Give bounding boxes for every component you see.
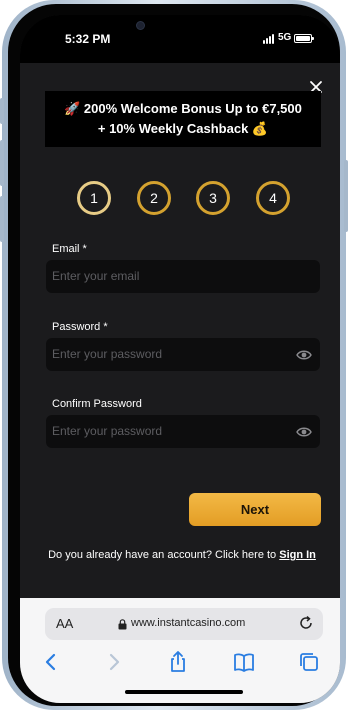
password-placeholder: Enter your password [52,347,163,361]
screen: 5:32 PM 5G 🚀 200% Welcome Bonus Up to €7… [20,15,340,703]
back-icon[interactable] [39,650,63,674]
step-2: 2 [137,181,171,215]
browser-toolbar: AA www.instantcasino.com [20,598,340,703]
step-1: 1 [77,181,111,215]
sign-in-prompt: Do you already have an account? Click he… [40,547,324,563]
sign-in-link[interactable]: Sign In [279,549,316,561]
volume-down-button [0,196,4,242]
step-indicator: 1 2 3 4 [20,181,340,217]
forward-icon[interactable] [102,650,126,674]
password-field[interactable]: Enter your password [46,338,320,371]
confirm-password-label: Confirm Password [52,398,142,410]
address-bar[interactable]: AA www.instantcasino.com [45,608,323,640]
network-label: 5G [278,32,292,43]
confirm-password-placeholder: Enter your password [52,424,163,438]
home-indicator [125,690,243,694]
tabs-icon[interactable] [297,650,321,674]
password-label: Password * [52,321,108,333]
step-3: 3 [196,181,230,215]
signup-modal: 🚀 200% Welcome Bonus Up to €7,500 + 10% … [20,63,340,601]
confirm-password-field[interactable]: Enter your password [46,415,320,448]
signal-icon [263,34,274,44]
browser-nav [20,650,340,676]
email-label: Email * [52,243,87,255]
text-size-label: AA [56,616,74,631]
side-button [0,98,4,124]
eye-icon[interactable] [296,347,312,363]
share-icon[interactable] [166,650,190,674]
battery-icon [294,34,314,43]
promo-line-1: 🚀 200% Welcome Bonus Up to €7,500 [64,101,302,116]
sign-in-prompt-text: Do you already have an account? Click he… [48,549,280,561]
url-text: www.instantcasino.com [131,617,246,629]
promo-line-2: + 10% Weekly Cashback 💰 [97,121,269,136]
volume-up-button [0,140,4,186]
power-button [344,160,348,232]
status-bar: 5:32 PM 5G [20,15,340,63]
reload-icon[interactable] [298,615,314,631]
email-placeholder: Enter your email [52,269,140,283]
text-size-button[interactable]: AA [56,616,73,631]
lock-icon [118,619,127,630]
bookmarks-icon[interactable] [232,650,256,674]
status-time: 5:32 PM [65,32,111,46]
phone-bezel: 5:32 PM 5G 🚀 200% Welcome Bonus Up to €7… [8,4,340,706]
eye-icon[interactable] [296,424,312,440]
phone-frame: 5:32 PM 5G 🚀 200% Welcome Bonus Up to €7… [0,0,348,710]
step-4: 4 [256,181,290,215]
next-button[interactable]: Next [189,493,321,526]
promo-banner: 🚀 200% Welcome Bonus Up to €7,500 + 10% … [45,91,321,147]
email-field[interactable]: Enter your email [46,260,320,293]
camera-icon [136,21,145,30]
